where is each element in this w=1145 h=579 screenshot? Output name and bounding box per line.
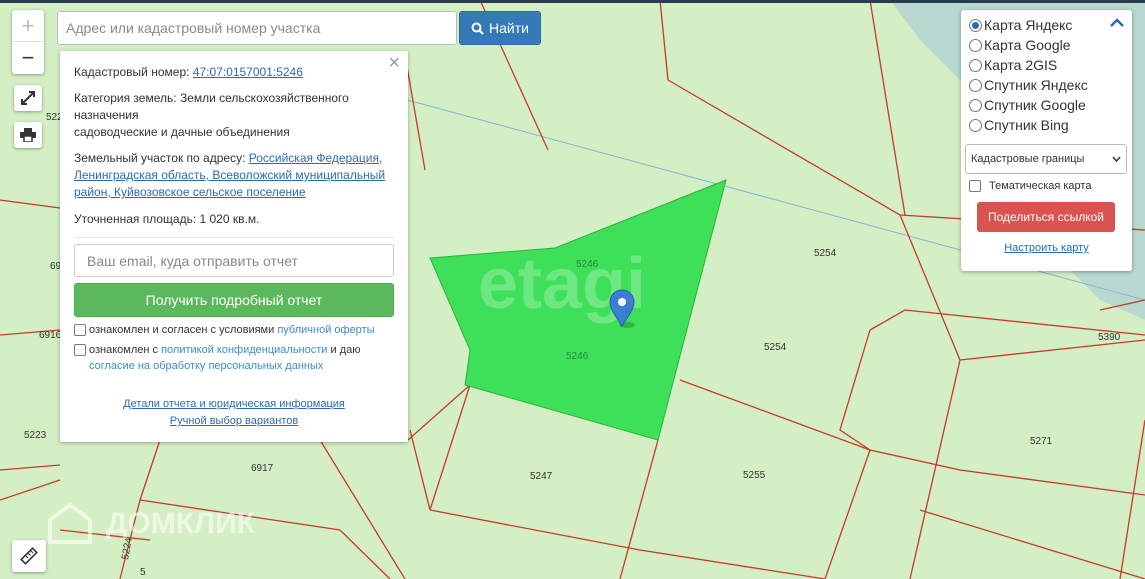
report-details-link[interactable]: Детали отчета и юридическая информация	[74, 396, 394, 413]
svg-text:ДОМКЛИК: ДОМКЛИК	[106, 507, 256, 540]
fullscreen-button[interactable]	[14, 85, 42, 111]
share-link-button[interactable]: Поделиться ссылкой	[977, 202, 1115, 232]
zoom-control: + −	[12, 10, 44, 74]
divider	[74, 237, 394, 238]
radio-button[interactable]	[969, 38, 982, 52]
parcel-label: 5254	[814, 248, 837, 259]
chevron-up-icon[interactable]	[1110, 18, 1124, 28]
address-label: Земельный участок по адресу:	[74, 151, 246, 165]
thematic-label: Тематическая карта	[989, 180, 1092, 192]
radio-button[interactable]	[969, 98, 982, 112]
category-value-2: садоводческие и дачные объединения	[74, 125, 290, 139]
print-button[interactable]	[14, 122, 42, 148]
configure-map-link[interactable]: Настроить карту	[1004, 242, 1089, 254]
top-bar	[0, 0, 1145, 3]
radio-button[interactable]	[969, 118, 982, 132]
email-field[interactable]	[74, 244, 394, 277]
radio-button[interactable]	[969, 78, 982, 92]
consent-offer-text: ознакомлен и согласен с условиями публич…	[89, 324, 375, 336]
manual-selection-link[interactable]: Ручной выбор вариантов	[74, 413, 394, 430]
get-report-button[interactable]: Получить подробный отчет	[74, 283, 394, 317]
layer-option-yandex-map[interactable]: Карта Яндекс	[969, 15, 1124, 35]
layer-option-bing-satellite[interactable]: Спутник Bing	[969, 115, 1124, 135]
personal-data-consent-link[interactable]: согласие на обработку персональных данны…	[89, 360, 323, 372]
thematic-map-toggle[interactable]: Тематическая карта	[969, 180, 1124, 192]
layer-option-yandex-satellite[interactable]: Спутник Яндекс	[969, 75, 1124, 95]
category-label: Категория земель:	[74, 91, 177, 105]
parcel-label: 5246	[576, 259, 599, 270]
parcel-label: 5223	[24, 430, 47, 441]
parcel-label: 5271	[1030, 436, 1053, 447]
search-input[interactable]	[57, 11, 457, 45]
layer-option-google-satellite[interactable]: Спутник Google	[969, 95, 1124, 115]
printer-icon	[20, 128, 36, 142]
thematic-checkbox[interactable]	[969, 180, 981, 192]
area-label: Уточненная площадь:	[74, 212, 197, 226]
radio-button[interactable]	[969, 18, 982, 32]
layer-option-google-map[interactable]: Карта Google	[969, 35, 1124, 55]
parcel-label: 5390	[1098, 332, 1121, 343]
parcel-label: 5247	[530, 471, 553, 482]
ruler-button[interactable]	[12, 540, 46, 572]
cadastral-number-link[interactable]: 47:07:0157001:5246	[193, 65, 303, 79]
chevron-down-icon	[1112, 156, 1121, 162]
parcel-label: 5246	[566, 351, 589, 362]
zoom-in-button[interactable]: +	[12, 10, 44, 42]
map-layers-panel: Карта Яндекс Карта Google Карта 2GIS Спу…	[961, 10, 1132, 271]
close-icon[interactable]: ×	[388, 53, 400, 73]
overlay-select-value: Кадастровые границы	[971, 153, 1085, 165]
parcel-label: 6917	[251, 463, 274, 474]
ruler-icon	[20, 547, 38, 565]
parcel-info-popup: × Кадастровый номер: 47:07:0157001:5246 …	[60, 51, 408, 442]
consent-privacy-text: ознакомлен с политикой конфиденциальност…	[89, 344, 361, 372]
parcel-label: 5	[140, 567, 146, 578]
overlay-select[interactable]: Кадастровые границы	[965, 144, 1127, 174]
parcel-label: 6916	[39, 330, 62, 341]
parcel-label: 5255	[743, 470, 766, 481]
privacy-policy-link[interactable]: политикой конфиденциальности	[161, 344, 327, 356]
radio-button[interactable]	[969, 58, 982, 72]
layer-option-2gis-map[interactable]: Карта 2GIS	[969, 55, 1124, 75]
expand-icon	[21, 91, 35, 105]
public-offer-link[interactable]: публичной оферты	[277, 324, 374, 336]
offer-checkbox[interactable]	[74, 324, 86, 336]
cadastral-label: Кадастровый номер:	[74, 65, 190, 79]
search-icon	[471, 22, 484, 35]
zoom-out-button[interactable]: −	[12, 42, 44, 74]
search-button[interactable]: Найти	[459, 11, 541, 45]
area-value: 1 020 кв.м.	[199, 212, 260, 226]
parcel-label: 5254	[764, 342, 787, 353]
search-button-label: Найти	[489, 20, 529, 36]
privacy-checkbox[interactable]	[74, 344, 86, 356]
